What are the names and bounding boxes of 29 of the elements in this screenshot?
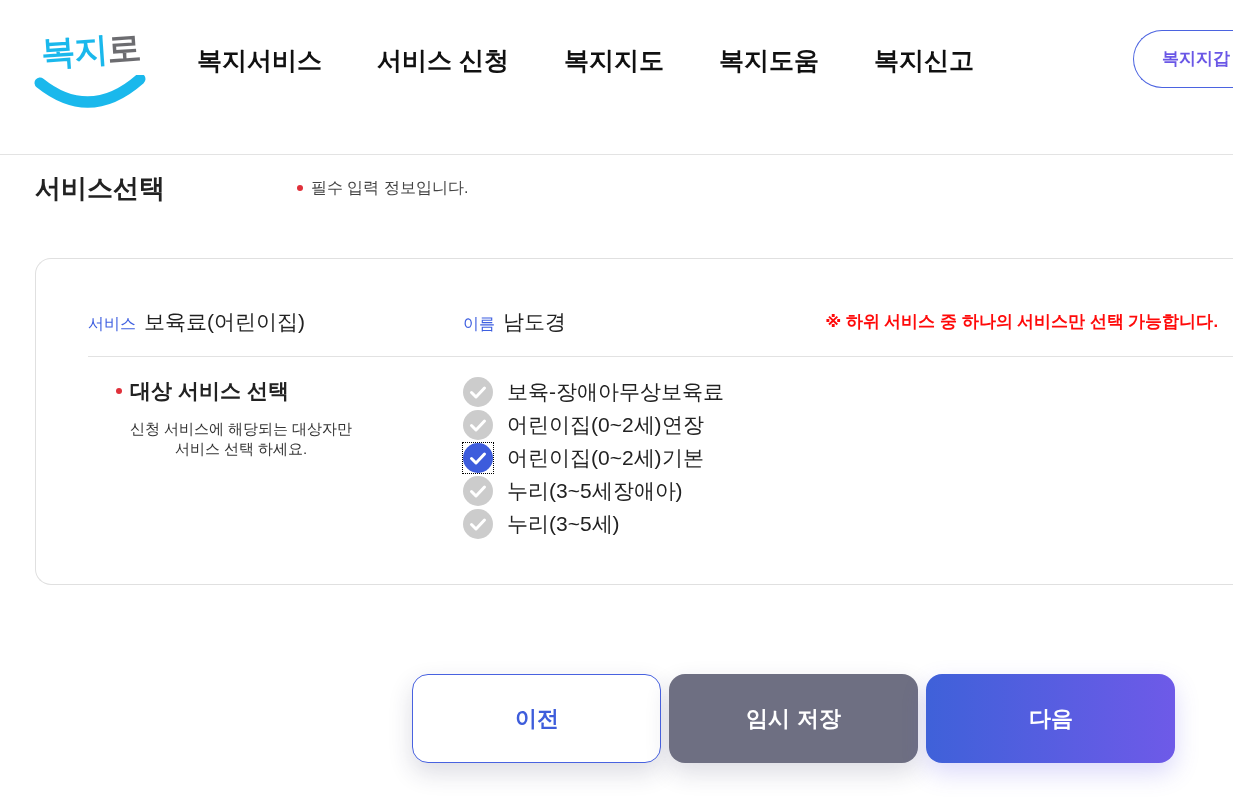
checkbox[interactable] (463, 442, 493, 473)
nav-link[interactable]: 복지도움 (718, 42, 819, 78)
next-button[interactable]: 다음 (926, 674, 1175, 763)
option-label: 어린이집(0~2세)기본 (507, 444, 704, 471)
field-label: 서비스 (88, 313, 136, 334)
field-value: 남도경 (503, 308, 566, 335)
target-title: 대상 서비스 선택 (130, 378, 289, 404)
field-value: 보육료(어린이집) (144, 308, 305, 335)
checkbox[interactable] (463, 475, 493, 506)
wallet-button[interactable]: 복지지갑 (1133, 30, 1233, 88)
save-draft-button[interactable]: 임시 저장 (669, 674, 918, 763)
option-label: 어린이집(0~2세)연장 (507, 411, 704, 438)
required-note: 필수 입력 정보입니다. (311, 178, 469, 198)
required-dot-icon (297, 185, 303, 191)
nav-link[interactable]: 서비스 신청 (377, 42, 509, 78)
option-label: 보육-장애아무상보육료 (507, 378, 724, 405)
option-label: 누리(3~5세) (507, 510, 620, 537)
nav-link[interactable]: 복지서비스 (197, 42, 322, 78)
checkbox[interactable] (463, 508, 493, 539)
notice-text: ※ 하위 서비스 중 하나의 서비스만 선택 가능합니다. (825, 311, 1218, 333)
checkbox[interactable] (463, 409, 493, 440)
nav-link[interactable]: 복지지도 (563, 42, 664, 78)
section-title: 서비스선택 (35, 171, 166, 205)
checkbox[interactable] (463, 376, 493, 407)
previous-button[interactable]: 이전 (412, 674, 661, 763)
nav-link[interactable]: 복지신고 (873, 42, 974, 78)
field-label: 이름 (463, 313, 495, 334)
option-label: 누리(3~5세장애아) (507, 477, 683, 504)
description-text: 신청 서비스에 해당되는 대상자만 서비스 선택 하세요. (128, 418, 354, 459)
